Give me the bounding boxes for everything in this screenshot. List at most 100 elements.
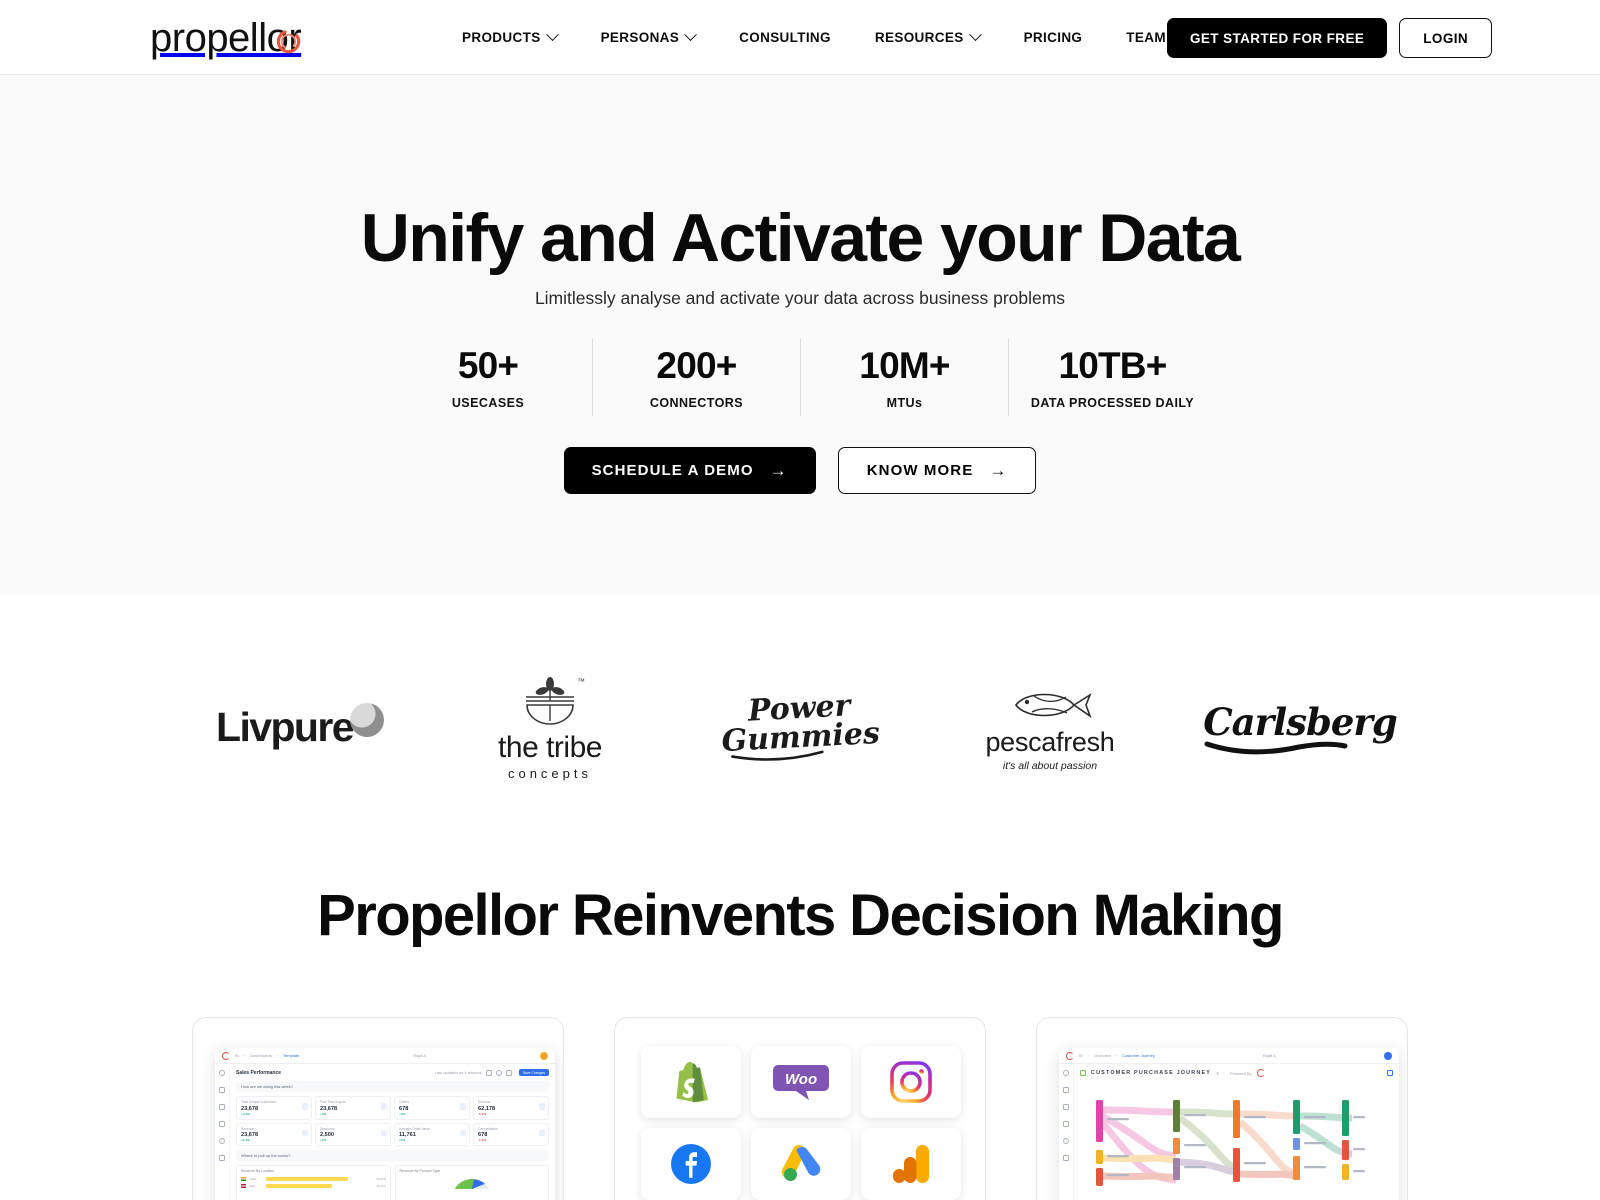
know-more-button[interactable]: KNOW MORE → <box>837 447 1037 494</box>
kpi-delta: -1.2% <box>478 1111 487 1116</box>
integration-tile-facebook[interactable] <box>641 1128 741 1200</box>
breadcrumb-separator: › <box>1115 1053 1118 1058</box>
question-row-2: Where to pull up the socks? <box>236 1150 549 1162</box>
kpi-card: Total Unique Customers 23,678 +4.4% <box>236 1096 312 1120</box>
grid-icon[interactable] <box>1063 1104 1069 1110</box>
panel-title: Revenue By Product Type <box>399 1169 441 1174</box>
stat-mtus: 10M+ MTUs <box>800 339 1008 417</box>
nav-label: TEAM <box>1126 30 1166 45</box>
kpi-card: First Time Buyers 23,678 +4% <box>315 1096 391 1120</box>
search-icon[interactable] <box>1063 1070 1069 1076</box>
sankey-diagram <box>1080 1082 1393 1200</box>
grid-icon[interactable] <box>219 1104 225 1110</box>
stat-label: USECASES <box>451 396 525 411</box>
kpi-label: Refunds <box>478 1100 491 1105</box>
mini-sidebar <box>215 1064 230 1200</box>
gear-icon[interactable] <box>219 1138 225 1144</box>
bar-row: USA 18,120 <box>241 1184 386 1189</box>
mini-dashboard-topbar: BI › Dashboards › Template Rajat A <box>215 1048 555 1064</box>
registered-mark: ® <box>1216 1070 1220 1076</box>
integration-tile-woocommerce[interactable]: Woo <box>751 1046 851 1118</box>
kpi-card: Cancellations 678 -1.2% <box>473 1122 549 1147</box>
primary-nav: PRODUCTS PERSONAS CONSULTING RESOURCES P… <box>440 0 1204 75</box>
avatar[interactable] <box>540 1051 548 1060</box>
download-icon[interactable] <box>1387 1070 1393 1076</box>
integration-tile-google-ads[interactable] <box>751 1128 851 1200</box>
logo-text: pescafresh <box>985 727 1115 757</box>
flag-icon <box>241 1184 246 1188</box>
kpi-delta: +4% <box>399 1138 406 1143</box>
nav-item-consulting[interactable]: CONSULTING <box>717 30 853 45</box>
save-changes-button[interactable]: Save Changes <box>518 1069 549 1077</box>
nav-item-pricing[interactable]: PRICING <box>1002 30 1105 45</box>
search-icon[interactable] <box>219 1070 225 1076</box>
client-logo-pescafresh: pescafresh it's all about passion <box>925 668 1175 788</box>
bar-value: 18,120 <box>376 1184 386 1189</box>
stat-value: 10TB+ <box>1058 345 1167 386</box>
get-started-button[interactable]: GET STARTED FOR FREE <box>1167 18 1388 58</box>
gear-icon[interactable] <box>1063 1138 1069 1144</box>
nav-item-resources[interactable]: RESOURCES <box>853 28 1002 45</box>
avatar[interactable] <box>1383 1051 1392 1060</box>
integration-tile-google-analytics[interactable] <box>861 1128 961 1200</box>
share-icon[interactable] <box>1063 1121 1069 1127</box>
breadcrumb-item[interactable]: BI <box>235 1053 239 1058</box>
logo-text: Carlsberg <box>1203 699 1398 744</box>
kpi-icon <box>459 1129 466 1137</box>
propellor-mark-icon <box>222 1051 230 1060</box>
tribe-plant-bowl-icon: ™ <box>514 675 586 731</box>
features-title: Propellor Reinvents Decision Making <box>317 883 1284 948</box>
feature-card-integrations[interactable]: Woo <box>614 1017 986 1200</box>
dashboard-title: Sales Performance <box>236 1069 282 1076</box>
breadcrumb-item-active[interactable]: Customer Journey <box>1122 1053 1155 1058</box>
client-logo-the-tribe-concepts: ™ the tribe concepts <box>425 668 675 788</box>
calendar-icon[interactable] <box>485 1069 492 1076</box>
facebook-icon <box>671 1144 711 1184</box>
home-icon[interactable] <box>219 1087 225 1093</box>
feature-card-sales-dashboard[interactable]: BI › Dashboards › Template Rajat A Sales… <box>192 1017 564 1200</box>
export-icon[interactable] <box>505 1069 512 1076</box>
client-logo-carlsberg: Carlsberg <box>1175 668 1425 788</box>
kpi-label: First Time Buyers <box>320 1100 346 1105</box>
arrow-right-icon: → <box>989 461 1008 480</box>
kpi-icon <box>538 1129 545 1137</box>
hero-section: Unify and Activate your Data Limitlessly… <box>0 75 1600 595</box>
plugin-icon[interactable] <box>1063 1155 1069 1161</box>
breadcrumb-item[interactable]: BI <box>1079 1053 1083 1058</box>
kpi-label: Orders <box>399 1100 410 1105</box>
google-analytics-icon <box>893 1145 929 1183</box>
breadcrumb-item-active[interactable]: Template <box>283 1053 299 1058</box>
refresh-icon[interactable] <box>495 1069 502 1076</box>
features-section: Propellor Reinvents Decision Making BI ›… <box>0 882 1600 1200</box>
hero-stats: 50+ USECASES 200+ CONNECTORS 10M+ MTUs 1… <box>0 339 1600 417</box>
brand-logo[interactable]: propellor <box>150 16 302 60</box>
plugin-icon[interactable] <box>219 1155 225 1161</box>
kpi-delta: +4% <box>399 1111 406 1116</box>
nav-label: RESOURCES <box>874 30 964 45</box>
chevron-down-icon <box>684 28 698 42</box>
share-icon[interactable] <box>219 1121 225 1127</box>
panel-revenue-by-product-type: Revenue By Product Type <box>394 1165 549 1200</box>
home-icon[interactable] <box>1063 1087 1069 1093</box>
kpi-icon <box>380 1103 387 1110</box>
hero-title: Unify and Activate your Data <box>360 200 1241 276</box>
integration-tile-instagram[interactable] <box>861 1046 961 1118</box>
breadcrumb-item[interactable]: Dashboards <box>250 1053 272 1058</box>
nav-item-personas[interactable]: PERSONAS <box>579 28 718 45</box>
mini-dashboard: BI › Dashboards › Template Rajat A Sales… <box>215 1048 555 1200</box>
schedule-demo-button[interactable]: SCHEDULE A DEMO → <box>563 447 816 494</box>
integration-tile-shopify[interactable] <box>641 1046 741 1118</box>
logo-subtext: concepts <box>507 765 593 781</box>
report-icon <box>1080 1070 1086 1076</box>
nav-item-products[interactable]: PRODUCTS <box>440 28 579 45</box>
flag-icon <box>241 1177 246 1181</box>
login-button[interactable]: LOGIN <box>1399 18 1493 58</box>
stat-data-processed: 10TB+ DATA PROCESSED DAILY <box>1008 339 1216 417</box>
breadcrumb-separator: › <box>1087 1053 1090 1058</box>
kpi-card: Refunds 62,178 -1.2% <box>473 1096 549 1120</box>
breadcrumb-item[interactable]: Overview <box>1094 1053 1111 1058</box>
stat-label: CONNECTORS <box>649 396 744 411</box>
kpi-delta: +4.4% <box>241 1111 250 1116</box>
client-logo-livpure: Livpure <box>175 668 425 788</box>
feature-card-customer-journey[interactable]: BI › Overview › Customer Journey Rajat A <box>1036 1017 1408 1200</box>
